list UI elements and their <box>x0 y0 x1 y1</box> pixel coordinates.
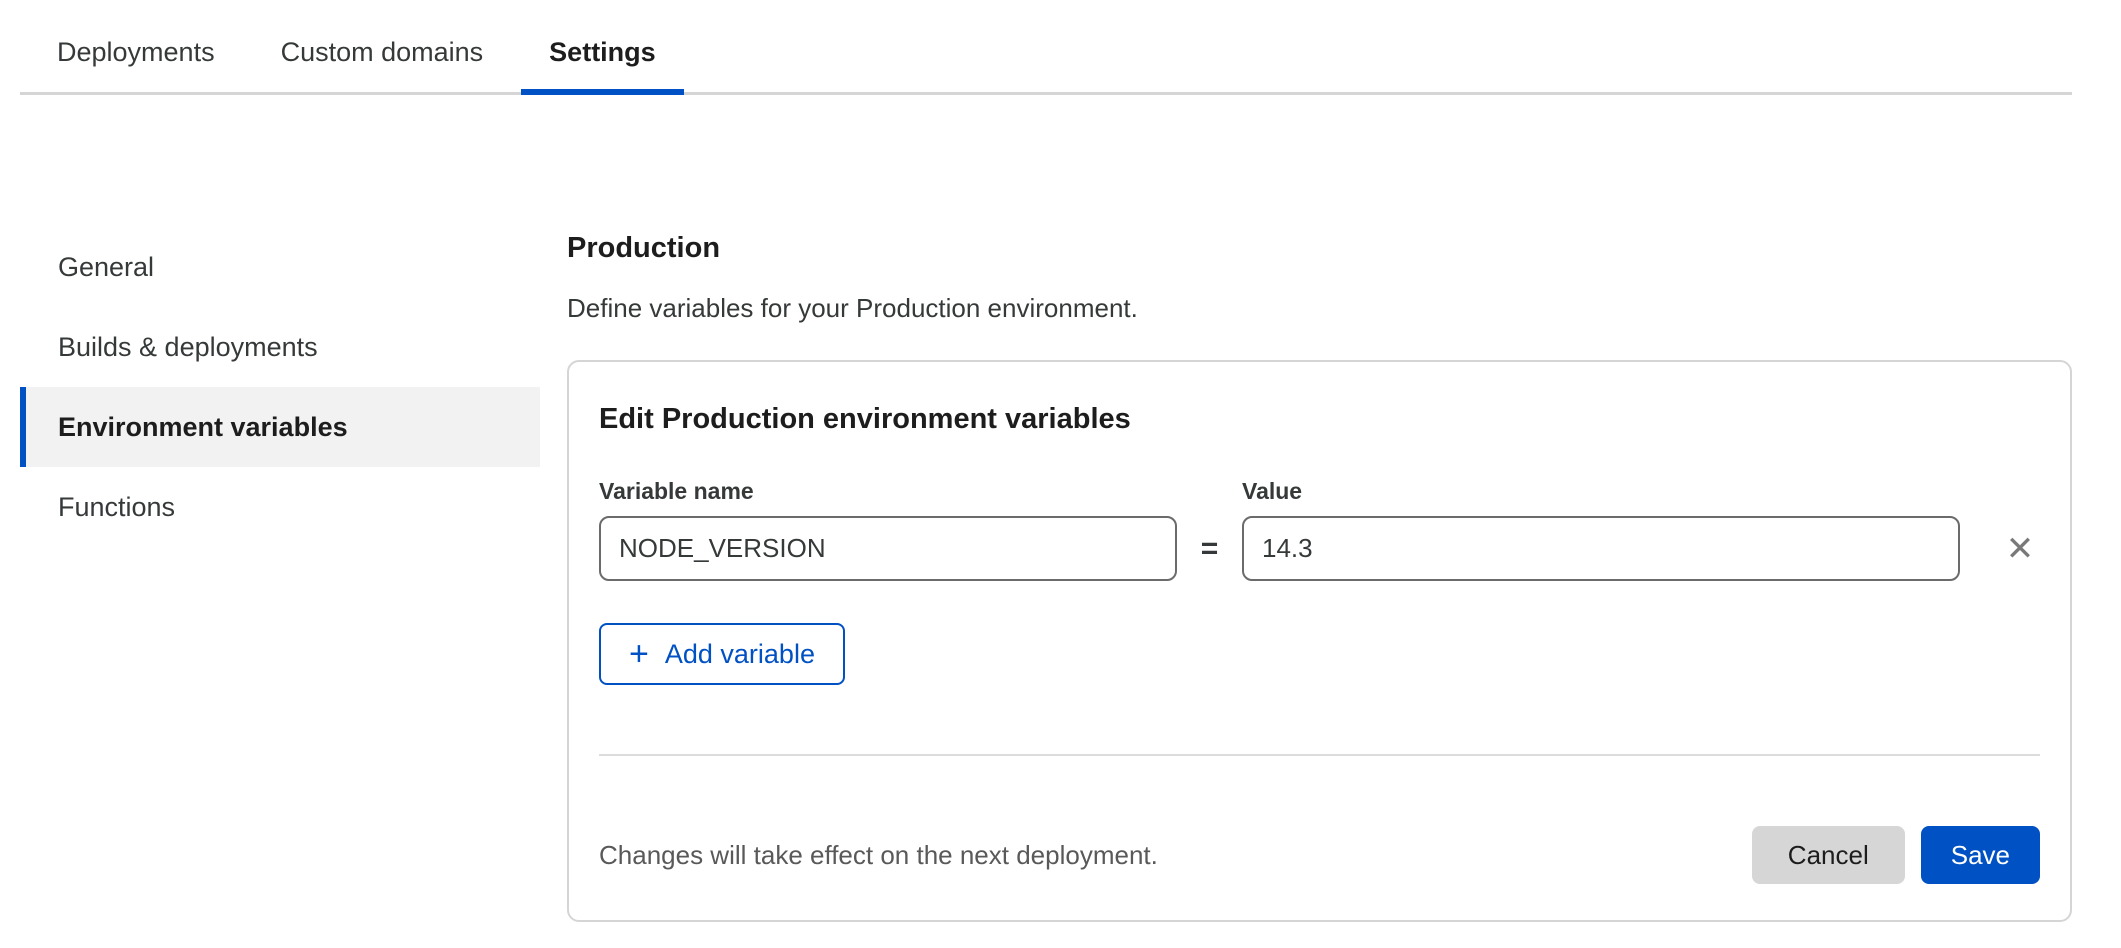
section-description: Define variables for your Production env… <box>567 293 2072 324</box>
main-panel: Production Define variables for your Pro… <box>540 227 2072 922</box>
deployment-note: Changes will take effect on the next dep… <box>599 840 1752 871</box>
plus-icon: + <box>629 637 649 671</box>
variable-row: Variable name = Value ✕ <box>599 478 2040 581</box>
project-tabbar: Deployments Custom domains Settings <box>20 0 2072 95</box>
sidebar-item-environment-variables[interactable]: Environment variables <box>20 387 540 467</box>
tab-deployments[interactable]: Deployments <box>29 22 243 95</box>
tab-settings[interactable]: Settings <box>521 22 684 95</box>
variable-name-label: Variable name <box>599 478 1177 504</box>
sidebar-item-builds-deployments[interactable]: Builds & deployments <box>20 307 540 387</box>
variable-value-column: Value <box>1242 478 1960 581</box>
card-footer: Changes will take effect on the next dep… <box>599 826 2040 884</box>
tab-custom-domains[interactable]: Custom domains <box>253 22 512 95</box>
card-title: Edit Production environment variables <box>599 402 2040 436</box>
content-area: General Builds & deployments Environment… <box>20 227 2072 922</box>
env-vars-card: Edit Production environment variables Va… <box>567 360 2072 922</box>
variable-name-input[interactable] <box>599 516 1177 581</box>
variable-name-column: Variable name <box>599 478 1177 581</box>
add-variable-button[interactable]: + Add variable <box>599 623 845 685</box>
variable-value-input[interactable] <box>1242 516 1960 581</box>
save-button[interactable]: Save <box>1921 826 2040 884</box>
equals-sign: = <box>1177 516 1242 581</box>
settings-sidebar: General Builds & deployments Environment… <box>20 227 540 547</box>
cancel-button[interactable]: Cancel <box>1752 826 1905 884</box>
sidebar-item-functions[interactable]: Functions <box>20 467 540 547</box>
section-title: Production <box>567 231 2072 265</box>
card-divider <box>599 754 2040 756</box>
sidebar-item-general[interactable]: General <box>20 227 540 307</box>
settings-page: Deployments Custom domains Settings Gene… <box>0 0 2121 922</box>
remove-variable-button[interactable]: ✕ <box>2000 516 2040 581</box>
variable-value-label: Value <box>1242 478 1960 504</box>
add-variable-label: Add variable <box>665 639 815 670</box>
close-icon: ✕ <box>2006 532 2035 566</box>
